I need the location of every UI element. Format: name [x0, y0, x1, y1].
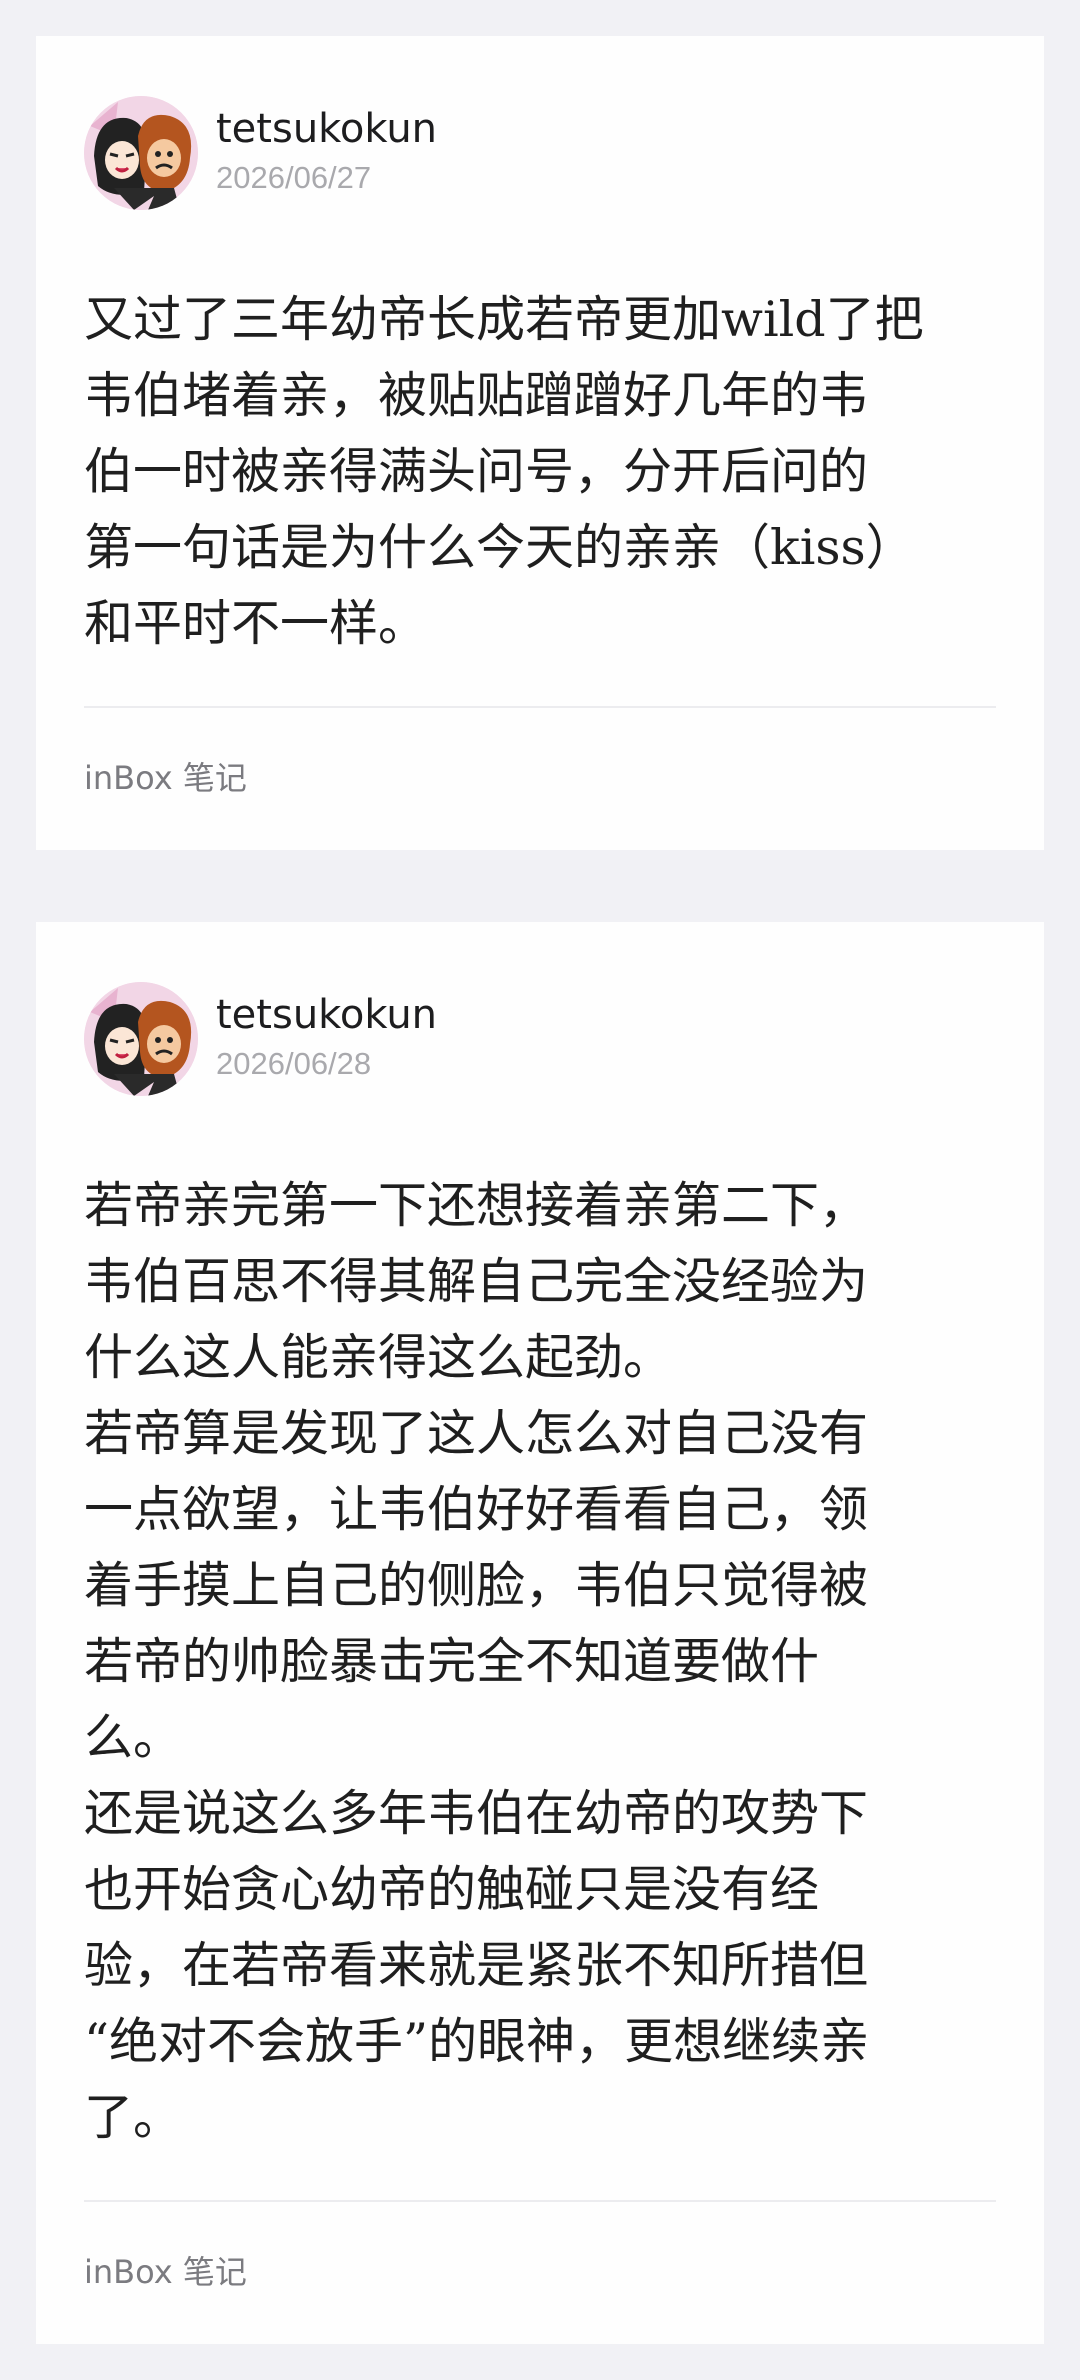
avatar[interactable]: [84, 96, 198, 210]
post-body: 又过了三年幼帝长成若帝更加wild了把 韦伯堵着亲，被贴贴蹭蹭好几年的韦 伯一时…: [84, 291, 924, 652]
note-card: tetsukokun 2026/06/28 若帝亲完第一下还想接着亲第二下， 韦…: [36, 922, 1044, 2344]
note-card: tetsukokun 2026/06/27 又过了三年幼帝长成若帝更加wild了…: [36, 36, 1044, 850]
user-avatar-icon: [84, 96, 198, 210]
post-date: 2026/06/28: [216, 1046, 372, 1081]
divider: [84, 706, 996, 708]
app-footer-label: inBox 笔记: [84, 759, 247, 797]
app-footer-label: inBox 笔记: [84, 2253, 247, 2291]
post-header: tetsukokun 2026/06/27: [84, 96, 984, 212]
username[interactable]: tetsukokun: [216, 990, 437, 1040]
avatar[interactable]: [84, 982, 198, 1096]
divider: [84, 2200, 996, 2202]
username[interactable]: tetsukokun: [216, 104, 437, 154]
post-header: tetsukokun 2026/06/28: [84, 982, 984, 1098]
user-avatar-icon: [84, 982, 198, 1096]
post-body: 若帝亲完第一下还想接着亲第二下， 韦伯百思不得其解自己完全没经验为 什么这人能亲…: [84, 1177, 870, 2146]
post-date: 2026/06/27: [216, 160, 372, 195]
